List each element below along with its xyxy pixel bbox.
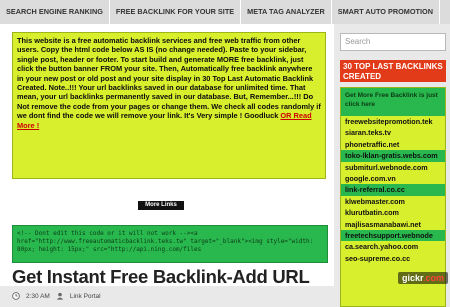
backlink-item[interactable]: phonetraffic.net xyxy=(341,139,445,150)
post-time: 2:30 AM xyxy=(26,292,50,300)
nav-search-engine-ranking[interactable]: SEARCH ENGINE RANKING xyxy=(0,0,110,24)
backlink-item[interactable]: toko-lklan-gratis.webs.com xyxy=(341,150,445,162)
main-content: This website is a free automatic backlin… xyxy=(0,24,334,300)
widget-title: 30 TOP LAST BACKLINKS CREATED xyxy=(340,60,446,82)
backlink-item[interactable]: freewebsitepromotion.tek xyxy=(341,116,445,127)
backlink-item[interactable]: klwebmaster.com xyxy=(341,196,445,207)
nav-smart-auto-promotion[interactable]: SMART AUTO PROMOTION xyxy=(332,0,440,24)
backlink-item[interactable]: siaran.teks.tv xyxy=(341,127,445,138)
post-title[interactable]: Get Instant Free Backlink-Add URL xyxy=(12,266,310,288)
backlink-item[interactable]: ca.search.yahoo.com xyxy=(341,241,445,252)
backlink-item[interactable]: seo-supreme.co.cc xyxy=(341,253,445,264)
user-icon xyxy=(56,292,64,300)
intro-text: This website is a free automatic backlin… xyxy=(17,36,321,121)
backlink-item[interactable]: google.com.vn xyxy=(341,173,445,184)
nav-meta-tag-analyzer[interactable]: META TAG ANALYZER xyxy=(241,0,332,24)
backlink-item[interactable]: klurutbatin.com xyxy=(341,207,445,218)
backlink-item[interactable]: freetechsupport.webnode xyxy=(341,229,445,242)
watermark-suffix: .com xyxy=(422,273,444,283)
intro-box: This website is a free automatic backlin… xyxy=(12,32,326,179)
gickr-watermark: gickr.com xyxy=(397,272,448,284)
sidebar: Search 30 TOP LAST BACKLINKS CREATED Get… xyxy=(334,24,450,307)
html-code-snippet[interactable]: <!-- Dont edit this code or it will not … xyxy=(12,225,328,263)
watermark-prefix: gickr xyxy=(401,273,423,283)
more-links-button[interactable]: More Links xyxy=(138,201,184,210)
clock-icon xyxy=(12,292,20,300)
backlink-item[interactable]: submiturl.webnode.com xyxy=(341,162,445,173)
post-author[interactable]: Link Portal xyxy=(70,293,101,300)
get-more-backlink-banner[interactable]: Get More Free Backlink is just click her… xyxy=(341,88,445,116)
top-navigation: SEARCH ENGINE RANKING FREE BACKLINK FOR … xyxy=(0,0,450,25)
search-input[interactable]: Search xyxy=(340,33,446,51)
backlink-item[interactable]: link-referral.co.cc xyxy=(341,184,445,196)
post-meta: 2:30 AM Link Portal xyxy=(12,292,101,300)
nav-free-backlink[interactable]: FREE BACKLINK FOR YOUR SITE xyxy=(110,0,242,24)
backlink-item[interactable]: majlisasmanabawi.net xyxy=(341,219,445,230)
